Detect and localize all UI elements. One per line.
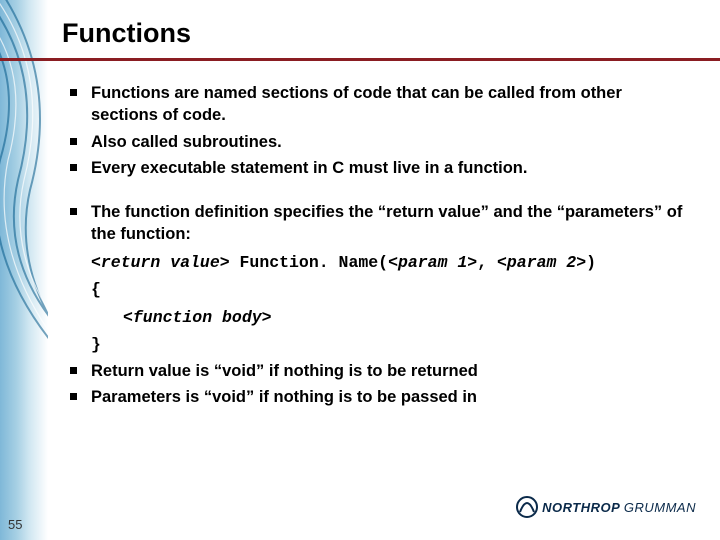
bullet-icon: [70, 164, 77, 171]
bullet-text: Every executable statement in C must liv…: [91, 157, 690, 179]
bullet-icon: [70, 208, 77, 215]
slide-body: Functions are named sections of code tha…: [70, 82, 690, 430]
code-body-text: <function body>: [123, 308, 272, 327]
brand-word-2: GRUMMAN: [624, 500, 696, 515]
bullet-item: Also called subroutines.: [70, 131, 690, 153]
bullet-text: Parameters is “void” if nothing is to be…: [91, 386, 690, 408]
brand-word-1: NORTHROP: [542, 500, 620, 515]
brand-mark-icon: [516, 496, 538, 518]
code-param1: <param 1>: [388, 253, 477, 272]
title-underline: [0, 58, 720, 61]
bullet-item: Functions are named sections of code tha…: [70, 82, 690, 127]
code-close-paren: ): [586, 253, 596, 272]
bullet-icon: [70, 89, 77, 96]
code-signature: <return value> Function. Name(<param 1>,…: [91, 250, 690, 276]
bullet-group-1: Functions are named sections of code tha…: [70, 82, 690, 179]
bullet-text: Return value is “void” if nothing is to …: [91, 360, 690, 382]
bullet-group-2: The function definition specifies the “r…: [70, 201, 690, 408]
bullet-item: Parameters is “void” if nothing is to be…: [70, 386, 690, 408]
bullet-text: Also called subroutines.: [91, 131, 690, 153]
slide-title: Functions: [62, 18, 191, 49]
code-param2: <param 2>: [497, 253, 586, 272]
code-body: <function body>: [91, 305, 690, 331]
side-decoration: [0, 0, 48, 540]
bullet-text: Functions are named sections of code tha…: [91, 82, 690, 127]
code-open-brace: {: [91, 277, 690, 303]
bullet-item: Return value is “void” if nothing is to …: [70, 360, 690, 382]
bullet-icon: [70, 367, 77, 374]
brand-text: NORTHROP GRUMMAN: [542, 500, 696, 515]
bullet-item: The function definition specifies the “r…: [70, 201, 690, 246]
code-return-value: <return value>: [91, 253, 230, 272]
code-fn-name: Function. Name(: [230, 253, 388, 272]
code-close-brace: }: [91, 332, 690, 358]
page-number: 55: [8, 517, 22, 532]
brand-logo: NORTHROP GRUMMAN: [516, 496, 696, 518]
bullet-text: The function definition specifies the “r…: [91, 201, 690, 246]
bullet-item: Every executable statement in C must liv…: [70, 157, 690, 179]
code-sep: ,: [477, 253, 497, 272]
bullet-icon: [70, 393, 77, 400]
bullet-icon: [70, 138, 77, 145]
